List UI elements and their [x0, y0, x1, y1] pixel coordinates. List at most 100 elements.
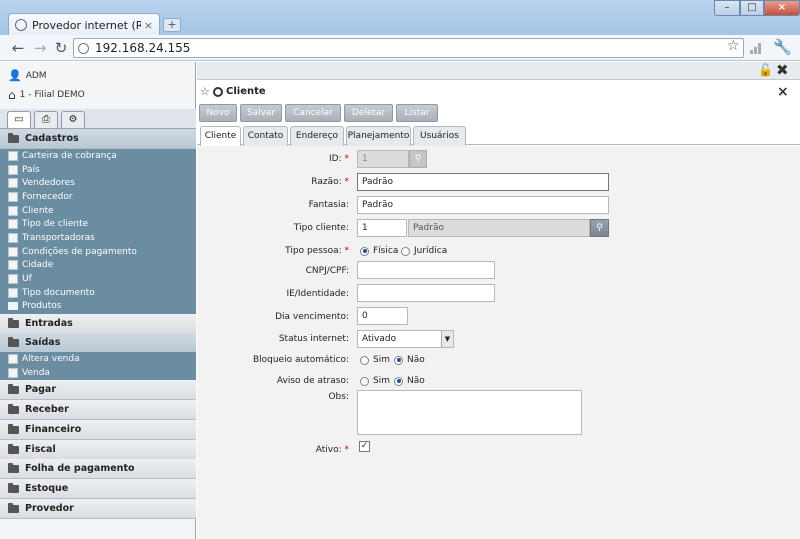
item-label: País — [22, 164, 40, 175]
bookmark-star-icon[interactable]: ☆ — [727, 38, 740, 54]
forward-icon[interactable]: → — [31, 39, 49, 57]
favorite-star-icon[interactable]: ☆ — [200, 85, 210, 98]
wrench-icon[interactable]: 🔧 — [773, 38, 792, 56]
address-bar[interactable]: 192.168.24.155 — [73, 38, 744, 58]
deletar-button[interactable]: Deletar — [344, 104, 393, 122]
item-label: Vendedores — [22, 178, 75, 189]
folder-icon — [8, 302, 18, 311]
reload-panel-icon[interactable] — [213, 87, 223, 97]
home-icon: ⌂ — [8, 88, 16, 102]
dia-vencimento-field[interactable]: 0 — [357, 307, 408, 325]
tipo-cliente-field[interactable]: 1 — [357, 219, 407, 237]
sidebar-item-cidade[interactable]: Cidade — [0, 259, 196, 273]
listar-button[interactable]: Listar — [396, 104, 438, 122]
back-icon[interactable]: ← — [9, 39, 27, 57]
item-label: Transportadoras — [22, 232, 95, 243]
sidebar-item-venda[interactable]: Venda — [0, 366, 196, 380]
section-label: Cadastros — [25, 133, 79, 144]
item-label: Altera venda — [22, 353, 80, 364]
tab-planejamento[interactable]: Planejamento — [346, 126, 411, 146]
document-icon — [8, 260, 18, 271]
cadastros-list: Carteira de cobrança País Vendedores For… — [0, 149, 196, 314]
novo-button[interactable]: Novo — [199, 104, 237, 122]
sidebar-item-uf[interactable]: Uf — [0, 272, 196, 286]
bloqueio-nao[interactable]: Não — [394, 355, 425, 365]
section-pagar[interactable]: Pagar — [0, 380, 196, 400]
salvar-button[interactable]: Salvar — [240, 104, 282, 122]
ativo-label: Ativo: * — [197, 445, 349, 455]
status-internet-select[interactable]: Ativado — [357, 330, 454, 348]
folder-icon — [8, 317, 19, 328]
section-label: Folha de pagamento — [25, 463, 135, 474]
item-label: Cliente — [22, 205, 54, 216]
folder-icon — [8, 336, 19, 347]
section-estoque[interactable]: Estoque — [0, 479, 196, 499]
item-label: Condições de pagamento — [22, 246, 137, 257]
page-icon — [78, 42, 89, 54]
tab-endereco[interactable]: Endereço — [290, 126, 344, 146]
section-cadastros[interactable]: Cadastros — [0, 129, 196, 149]
bloqueio-sim[interactable]: Sim — [360, 355, 390, 365]
browser-tab[interactable]: Provedor internet (Radius) × — [8, 13, 160, 36]
section-receber[interactable]: Receber — [0, 400, 196, 420]
tipo-cliente-label: Tipo cliente: — [293, 223, 349, 233]
sidebar-item-tipo-documento[interactable]: Tipo documento — [0, 286, 196, 300]
document-icon — [8, 246, 18, 257]
ativo-checkbox[interactable]: ✓ — [359, 441, 370, 452]
sidebar-item-vendedores[interactable]: Vendedores — [0, 176, 196, 190]
radio-dot — [394, 355, 403, 365]
section-label: Financeiro — [25, 424, 82, 435]
close-panel-icon[interactable]: × — [777, 84, 789, 100]
tab-cliente[interactable]: Cliente — [200, 126, 241, 146]
tipo-cliente-search-icon[interactable]: ⚲ — [590, 219, 609, 237]
user-name: ADM — [25, 70, 47, 81]
aviso-nao[interactable]: Não — [394, 376, 425, 386]
minimize-button[interactable]: – — [714, 0, 740, 16]
sidebar-item-tipo-cliente[interactable]: Tipo de cliente — [0, 217, 196, 231]
folder-icon — [8, 443, 19, 454]
sidebar-item-cliente[interactable]: Cliente — [0, 204, 196, 218]
section-fiscal[interactable]: Fiscal — [0, 440, 196, 460]
radio-fisica[interactable]: Física — [360, 246, 398, 256]
fantasia-label: Fantasia: — [308, 200, 349, 210]
new-tab-button[interactable]: + — [163, 18, 181, 32]
tab-close-icon[interactable]: × — [144, 19, 153, 32]
document-icon — [8, 274, 18, 285]
obs-textarea[interactable] — [357, 390, 582, 435]
close-all-icon[interactable]: ✖ — [776, 61, 789, 79]
sidebar-item-transportadoras[interactable]: Transportadoras — [0, 231, 196, 245]
ie-field[interactable] — [357, 284, 495, 302]
section-provedor[interactable]: Provedor — [0, 499, 196, 519]
unlock-icon[interactable]: 🔓 — [758, 63, 773, 77]
section-saidas[interactable]: Saídas — [0, 333, 196, 353]
tab-contato[interactable]: Contato — [243, 126, 288, 146]
sidebar-item-condicoes[interactable]: Condições de pagamento — [0, 245, 196, 259]
radio-label: Não — [407, 355, 425, 365]
section-financeiro[interactable]: Financeiro — [0, 420, 196, 440]
section-folha[interactable]: Folha de pagamento — [0, 459, 196, 479]
cnpj-field[interactable] — [357, 261, 495, 279]
radio-juridica[interactable]: Jurídica — [401, 246, 447, 256]
item-label: Uf — [22, 274, 32, 285]
branch-row[interactable]: ⌂ 1 - Filial DEMO — [8, 88, 85, 102]
sidebar-item-pais[interactable]: País — [0, 163, 196, 177]
sidebar-item-altera-venda[interactable]: Altera venda — [0, 352, 196, 366]
section-entradas[interactable]: Entradas — [0, 314, 196, 334]
fantasia-field[interactable]: Padrão — [357, 196, 609, 214]
chevron-down-icon[interactable]: ▼ — [441, 331, 453, 347]
sidebar-item-carteira[interactable]: Carteira de cobrança — [0, 149, 196, 163]
signal-icon — [750, 42, 764, 54]
tab-print-icon[interactable]: ⎙ — [34, 111, 58, 128]
tab-usuarios[interactable]: Usuários — [413, 126, 466, 146]
sidebar-item-fornecedor[interactable]: Fornecedor — [0, 190, 196, 204]
ie-label: IE/Identidade: — [286, 289, 349, 299]
tab-settings-icon[interactable]: ⚙ — [61, 111, 85, 128]
close-window-button[interactable]: × — [764, 0, 800, 16]
cancelar-button[interactable]: Cancelar — [285, 104, 341, 122]
tab-window-icon[interactable]: ▭ — [7, 111, 31, 128]
aviso-sim[interactable]: Sim — [360, 376, 390, 386]
razao-field[interactable]: Padrão — [357, 173, 609, 191]
maximize-button[interactable]: □ — [740, 0, 764, 16]
sidebar-item-produtos[interactable]: Produtos — [0, 300, 196, 314]
reload-icon[interactable]: ↻ — [52, 39, 70, 57]
